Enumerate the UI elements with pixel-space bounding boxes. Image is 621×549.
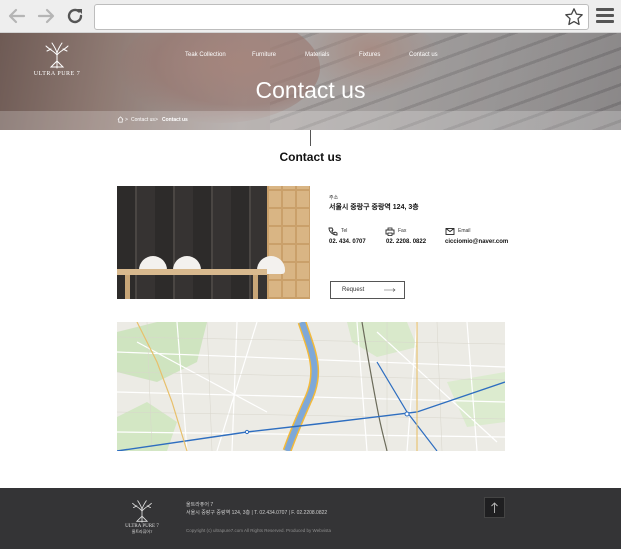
- nav-contact-us[interactable]: Contact us: [409, 52, 438, 58]
- tel-label: Tel: [341, 228, 348, 234]
- fax-label: Fax: [398, 228, 407, 234]
- breadcrumb-separator: >: [125, 117, 128, 123]
- home-icon[interactable]: [117, 116, 124, 123]
- email-value[interactable]: cicciomio@naver.com: [445, 239, 508, 245]
- tree-logo-icon: [45, 42, 69, 69]
- arrow-right-icon: [384, 288, 396, 292]
- bookmark-star-icon[interactable]: [564, 7, 584, 27]
- browser-menu-button[interactable]: [596, 8, 614, 24]
- address-label: 주소: [329, 195, 339, 201]
- address-bar[interactable]: [94, 4, 589, 30]
- nav-teak-collection[interactable]: Teak Collection: [185, 52, 226, 58]
- scroll-to-top-button[interactable]: [484, 497, 505, 518]
- location-map[interactable]: [117, 322, 505, 451]
- nav-materials[interactable]: Materials: [305, 52, 329, 58]
- footer-logo: ULTRA PURE 7 울트라퓨어7: [122, 499, 162, 535]
- tel-value: 02. 434. 0707: [329, 239, 366, 245]
- arrow-up-icon: [491, 502, 498, 513]
- showroom-photo: [117, 186, 310, 299]
- url-input[interactable]: [101, 8, 561, 26]
- reload-icon: [67, 8, 83, 24]
- nav-fixtures[interactable]: Fixtures: [359, 52, 380, 58]
- footer-company: 울트라퓨어 7: [186, 502, 214, 508]
- nav-furniture[interactable]: Furniture: [252, 52, 276, 58]
- divider-line: [310, 130, 311, 146]
- fax-icon: [385, 227, 395, 236]
- map-graphic: [117, 322, 505, 451]
- breadcrumb-separator: >: [155, 117, 158, 123]
- site-logo[interactable]: ULTRA PURE 7: [32, 41, 82, 77]
- site-footer: ULTRA PURE 7 울트라퓨어7 울트라퓨어 7 서울시 중랑구 중랑역 …: [0, 488, 621, 549]
- hero-banner: ULTRA PURE 7 Teak Collection Furniture M…: [0, 33, 621, 130]
- arrow-left-icon: [8, 8, 26, 24]
- email-icon: [445, 228, 455, 235]
- back-button[interactable]: [6, 5, 28, 27]
- address-value: 서울시 중랑구 중랑역 124, 3층: [329, 204, 419, 211]
- arrow-right-icon: [37, 8, 55, 24]
- browser-toolbar: [0, 0, 621, 33]
- forward-button[interactable]: [35, 5, 57, 27]
- reload-button[interactable]: [64, 5, 86, 27]
- tree-logo-icon: [132, 500, 152, 523]
- footer-info: 서울시 중랑구 중랑역 124, 3층 | T. 02.434.0707 | F…: [186, 510, 328, 516]
- page-title: Contact us: [279, 150, 342, 164]
- email-label: Email: [458, 228, 471, 234]
- breadcrumb-item[interactable]: Contact us: [131, 117, 155, 123]
- hero-title: Contact us: [255, 77, 366, 103]
- phone-icon: [328, 227, 338, 236]
- footer-copyright: Copyright (c) ultrapure7.com All Rights …: [186, 528, 331, 533]
- breadcrumb-current: Contact us: [162, 117, 188, 123]
- footer-logo-subtext: 울트라퓨어7: [131, 529, 153, 534]
- fax-value: 02. 2208. 0822: [386, 239, 427, 245]
